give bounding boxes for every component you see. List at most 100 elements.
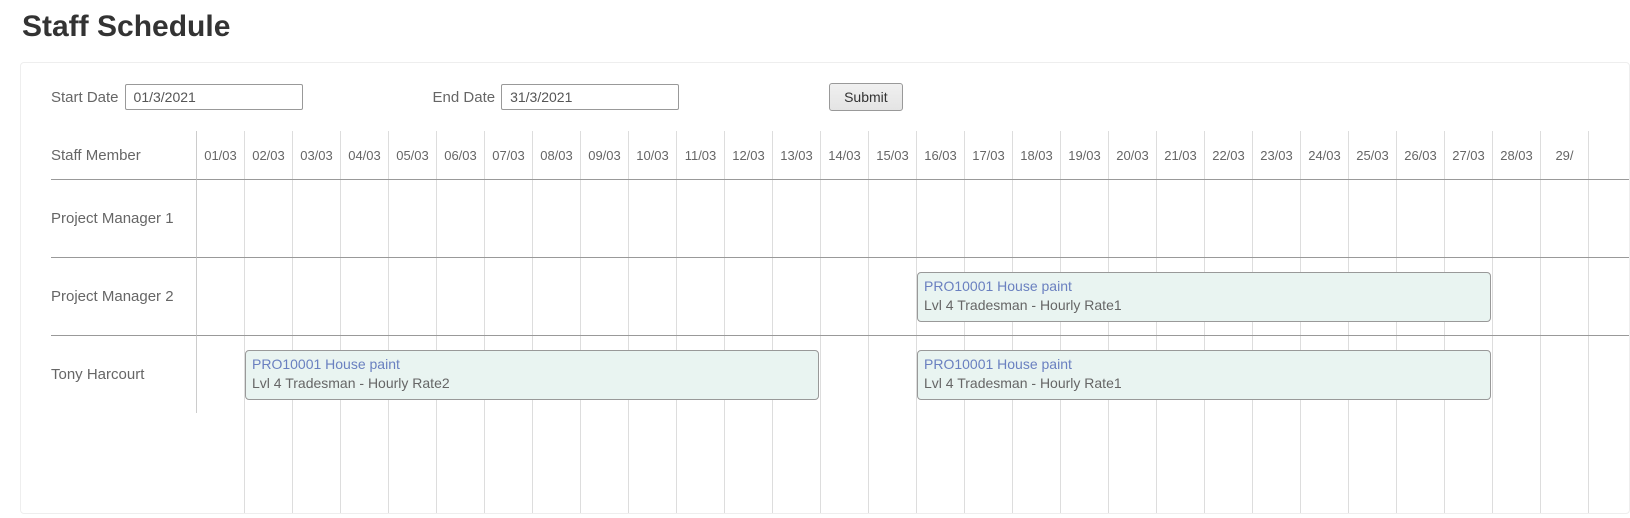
date-header-cell: 24/03 [1301, 131, 1349, 179]
date-header-cell: 23/03 [1253, 131, 1301, 179]
gantt-cell [1445, 180, 1493, 257]
gantt-cell [533, 258, 581, 335]
gantt-cell [437, 413, 485, 513]
gantt-cell [917, 180, 965, 257]
gantt-cell [1205, 413, 1253, 513]
date-header-cell: 15/03 [869, 131, 917, 179]
gantt-cell [965, 413, 1013, 513]
gantt-cell [821, 180, 869, 257]
gantt-cell [629, 180, 677, 257]
gantt-cell [197, 180, 245, 257]
staff-name-cell: Project Manager 1 [51, 179, 197, 257]
gantt-row [197, 179, 1629, 257]
gantt-cell [869, 258, 917, 335]
gantt-cell [1445, 413, 1493, 513]
date-header-cell: 06/03 [437, 131, 485, 179]
start-date-input[interactable] [125, 84, 303, 110]
gantt-cell [965, 180, 1013, 257]
gantt-cell [1493, 336, 1541, 413]
date-header-cell: 27/03 [1445, 131, 1493, 179]
date-header-cell: 29/ [1541, 131, 1589, 179]
gantt-cell [389, 180, 437, 257]
gantt-cell [725, 180, 773, 257]
gantt-cell [773, 180, 821, 257]
gantt-cell [1157, 180, 1205, 257]
date-header-cell: 05/03 [389, 131, 437, 179]
date-header-cell: 28/03 [1493, 131, 1541, 179]
gantt-cell [1301, 180, 1349, 257]
gantt-cell [1061, 413, 1109, 513]
date-header-cell: 20/03 [1109, 131, 1157, 179]
gantt-cell [1061, 180, 1109, 257]
gantt-cell [821, 413, 869, 513]
date-header-cell: 14/03 [821, 131, 869, 179]
task-bar[interactable]: PRO10001 House paintLvl 4 Tradesman - Ho… [245, 350, 819, 400]
gantt-cell [1541, 336, 1589, 413]
date-header-cell: 02/03 [245, 131, 293, 179]
gantt-cell [1493, 180, 1541, 257]
gantt-cell [293, 258, 341, 335]
task-bar[interactable]: PRO10001 House paintLvl 4 Tradesman - Ho… [917, 350, 1491, 400]
gantt-cell [341, 413, 389, 513]
date-header-cell: 25/03 [1349, 131, 1397, 179]
gantt-cell [629, 413, 677, 513]
gantt-cell [341, 258, 389, 335]
date-header-cell: 04/03 [341, 131, 389, 179]
gantt-cell [1157, 413, 1205, 513]
gantt-cell [677, 413, 725, 513]
submit-button[interactable]: Submit [829, 83, 903, 111]
date-header-cell: 13/03 [773, 131, 821, 179]
gantt-cell [533, 180, 581, 257]
gantt-row: PRO10001 House paintLvl 4 Tradesman - Ho… [197, 257, 1629, 335]
gantt-cell [197, 258, 245, 335]
gantt-cell [581, 258, 629, 335]
gantt-cell [485, 258, 533, 335]
gantt-cell [869, 180, 917, 257]
gantt-cell [869, 413, 917, 513]
task-desc: Lvl 4 Tradesman - Hourly Rate2 [252, 373, 812, 393]
gantt-cell [293, 180, 341, 257]
date-header-cell: 07/03 [485, 131, 533, 179]
gantt-cell [1493, 258, 1541, 335]
gantt-cell [1397, 413, 1445, 513]
gantt-cell [1013, 180, 1061, 257]
gantt-row: PRO10001 House paintLvl 4 Tradesman - Ho… [197, 335, 1629, 413]
task-bar[interactable]: PRO10001 House paintLvl 4 Tradesman - Ho… [917, 272, 1491, 322]
task-desc: Lvl 4 Tradesman - Hourly Rate1 [924, 373, 1484, 393]
date-header-cell: 21/03 [1157, 131, 1205, 179]
gantt-cell [1109, 413, 1157, 513]
date-header-cell: 16/03 [917, 131, 965, 179]
gantt-cell [1541, 413, 1589, 513]
schedule-panel: Start Date End Date Submit Staff Member … [20, 62, 1630, 514]
page-title: Staff Schedule [0, 0, 1630, 54]
task-title[interactable]: PRO10001 House paint [924, 355, 1484, 373]
staff-member-header: Staff Member [51, 131, 197, 179]
end-date-input[interactable] [501, 84, 679, 110]
gantt-cell [437, 180, 485, 257]
date-header-cell: 11/03 [677, 131, 725, 179]
date-header-cell: 19/03 [1061, 131, 1109, 179]
gantt-cell [1541, 258, 1589, 335]
gantt-cell [917, 413, 965, 513]
date-header-cell: 17/03 [965, 131, 1013, 179]
gantt-cell [341, 180, 389, 257]
gantt-cell [1253, 180, 1301, 257]
gantt-cell [245, 180, 293, 257]
gantt-cell [1349, 180, 1397, 257]
gantt-cell [1397, 180, 1445, 257]
gantt-cell [677, 180, 725, 257]
date-header-cell: 01/03 [197, 131, 245, 179]
date-header-cell: 26/03 [1397, 131, 1445, 179]
staff-name-cell: Project Manager 2 [51, 257, 197, 335]
gantt-cell [677, 258, 725, 335]
task-title[interactable]: PRO10001 House paint [924, 277, 1484, 295]
gantt-cell [773, 413, 821, 513]
staff-name-cell: Tony Harcourt [51, 335, 197, 413]
gantt-empty-row [197, 413, 1629, 513]
task-desc: Lvl 4 Tradesman - Hourly Rate1 [924, 295, 1484, 315]
date-header-cell: 10/03 [629, 131, 677, 179]
gantt-cell [1493, 413, 1541, 513]
task-title[interactable]: PRO10001 House paint [252, 355, 812, 373]
gantt-cell [245, 413, 293, 513]
gantt-cell [293, 413, 341, 513]
